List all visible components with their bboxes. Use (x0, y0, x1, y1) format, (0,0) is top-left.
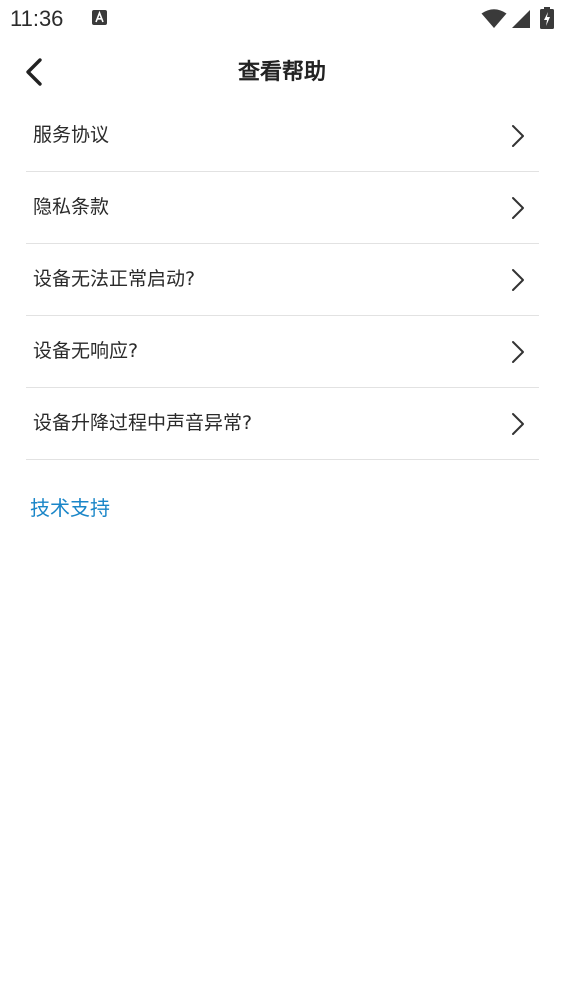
wifi-icon (481, 9, 507, 28)
help-item-service-agreement[interactable]: 服务协议 (26, 100, 539, 172)
chevron-right-icon (512, 341, 524, 363)
list-item-label: 设备无法正常启动? (33, 268, 196, 290)
a-notification-icon (92, 10, 107, 25)
header-bar: 查看帮助 (0, 44, 564, 100)
list-item-label: 隐私条款 (33, 196, 110, 218)
list-item-label: 设备无响应? (33, 340, 139, 362)
status-time: 11:36 (10, 6, 64, 31)
chevron-right-icon (512, 197, 524, 219)
list-item-label: 设备升降过程中声音异常? (33, 412, 253, 434)
help-item-device-unresponsive[interactable]: 设备无响应? (26, 316, 539, 388)
help-item-privacy-terms[interactable]: 隐私条款 (26, 172, 539, 244)
battery-icon (540, 7, 554, 29)
back-button[interactable] (14, 52, 54, 92)
tech-support-link[interactable]: 技术支持 (30, 492, 110, 524)
list-item-label: 服务协议 (33, 124, 110, 146)
chevron-right-icon (512, 269, 524, 291)
help-item-abnormal-sound[interactable]: 设备升降过程中声音异常? (26, 388, 539, 460)
status-bar: 11:36 (0, 0, 564, 40)
help-list: 服务协议 隐私条款 设备无法正常启动? 设备无响应? 设备升降过程中声音异常? (26, 100, 539, 460)
chevron-right-icon (512, 413, 524, 435)
help-screen: 11:36 查看帮助 服务协议 隐私条款 设备无法正常启动? 设备无响应? 设备… (0, 0, 564, 1004)
chevron-left-icon (26, 58, 42, 86)
page-title: 查看帮助 (237, 60, 326, 85)
chevron-right-icon (512, 125, 524, 147)
signal-icon (512, 10, 530, 28)
help-item-device-wont-start[interactable]: 设备无法正常启动? (26, 244, 539, 316)
